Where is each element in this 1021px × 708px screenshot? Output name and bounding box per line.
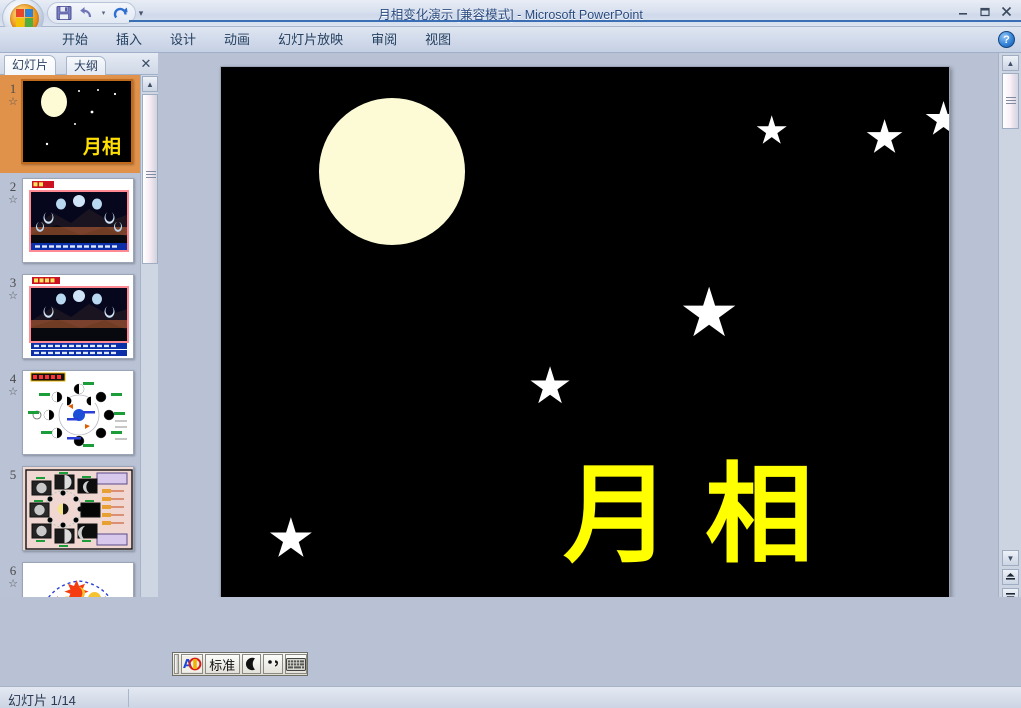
ime-mode-label: 标准	[209, 658, 236, 674]
status-accent-line	[129, 20, 1021, 22]
double-up-arrow-icon	[1006, 572, 1015, 580]
ime-language-bar[interactable]: A 标准	[172, 652, 308, 676]
status-divider	[128, 689, 129, 707]
thumbnail-number: 4	[9, 371, 17, 386]
restore-button[interactable]	[974, 2, 995, 21]
slide-title-text[interactable]: 月相	[563, 462, 847, 570]
thumbnail-slide-1[interactable]: 1 ☆ 月相	[0, 75, 140, 173]
slide-vertical-scrollbar[interactable]: ▲ ▼	[998, 53, 1021, 687]
workspace: 幻灯片 大纲 ✕ 1 ☆ 月相 2 ☆ 3 ☆ 4 ☆ 5 6 ☆ ▲ 月相 ▲…	[0, 53, 1021, 687]
star-shape[interactable]	[866, 119, 903, 153]
slide-editing-area: 月相 ◄ ►	[158, 53, 1021, 687]
animation-star-icon: ☆	[8, 578, 18, 590]
vertical-scrollbar-thumb[interactable]	[1002, 73, 1019, 129]
thumbnail-number: 6	[9, 563, 17, 578]
minimize-icon	[958, 12, 967, 15]
star-shape[interactable]	[925, 101, 949, 135]
thumbnail-slide-5[interactable]: 5	[0, 461, 140, 557]
slides-panel-scrollbar[interactable]: ▲ ▼	[140, 75, 158, 687]
tab-animations[interactable]: 动画	[210, 27, 264, 53]
thumbnail-preview	[22, 370, 134, 455]
status-bar: 幻灯片 1/14	[0, 686, 1021, 708]
thumbnail-slide-2[interactable]: 2 ☆	[0, 173, 140, 269]
close-button[interactable]	[996, 2, 1017, 21]
star-shape[interactable]	[682, 286, 736, 337]
slides-panel-tabs: 幻灯片 大纲 ✕	[0, 53, 158, 75]
previous-slide-button[interactable]	[1002, 569, 1019, 585]
thumbnail-slide-2-art	[23, 179, 133, 262]
thumbnail-number: 5	[9, 467, 17, 482]
thumbnail-slide-3[interactable]: 3 ☆	[0, 269, 140, 365]
tab-slideshow[interactable]: 幻灯片放映	[264, 27, 357, 53]
minimize-button[interactable]	[952, 2, 973, 21]
scrollbar-grip-icon	[146, 171, 156, 178]
thumbnail-slide-5-art	[23, 467, 133, 550]
thumbnail-preview: 月相	[21, 79, 133, 164]
punctuation-icon	[267, 660, 278, 667]
thumbnail-number: 2	[9, 179, 17, 194]
current-slide[interactable]: 月相	[220, 66, 950, 617]
moon-icon	[246, 657, 256, 671]
restore-icon	[979, 7, 990, 16]
scroll-up-button[interactable]: ▲	[142, 76, 158, 92]
tab-review[interactable]: 审阅	[357, 27, 411, 53]
slides-panel: 幻灯片 大纲 ✕ 1 ☆ 月相 2 ☆ 3 ☆ 4 ☆ 5 6 ☆ ▲	[0, 53, 158, 687]
animation-star-icon: ☆	[8, 96, 18, 108]
close-slides-panel-button[interactable]: ✕	[138, 56, 154, 72]
tab-view[interactable]: 视图	[411, 27, 465, 53]
thumbnail-slide-1-art: 月相	[23, 81, 131, 162]
ime-drag-handle[interactable]	[174, 654, 179, 674]
tab-design[interactable]: 设计	[156, 27, 210, 53]
tab-outline[interactable]: 大纲	[66, 56, 107, 75]
thumbnail-preview	[22, 274, 134, 359]
tab-insert[interactable]: 插入	[102, 27, 156, 53]
thumbnail-number: 3	[9, 275, 17, 290]
thumbnail-preview	[22, 466, 134, 551]
ribbon-tabs: 开始 插入 设计 动画 幻灯片放映 审阅 视图	[48, 27, 465, 53]
chinese-english-icon: A	[181, 656, 202, 672]
thumbnail-slide-4[interactable]: 4 ☆	[0, 365, 140, 461]
close-icon	[1001, 6, 1012, 17]
powerpoint-window: ▾ ▾ 月相变化演示 [兼容模式] - Microsoft PowerPoint	[0, 0, 1021, 708]
scrollbar-grip-icon	[1006, 97, 1016, 104]
keyboard-icon	[286, 657, 306, 671]
ime-keyboard-button[interactable]	[285, 654, 307, 674]
tab-home[interactable]: 开始	[48, 27, 102, 53]
ime-halfwidth-button[interactable]	[241, 654, 262, 674]
thumbnail-number: 1	[9, 81, 17, 96]
ribbon-tab-bar: 开始 插入 设计 动画 幻灯片放映 审阅 视图 ?	[0, 27, 1021, 53]
scroll-up-button[interactable]: ▲	[1002, 55, 1019, 71]
window-controls	[952, 2, 1017, 21]
ime-language-button[interactable]: A	[180, 654, 203, 674]
svg-text:月相: 月相	[82, 136, 121, 158]
tab-slides-thumbnails[interactable]: 幻灯片	[4, 55, 57, 75]
bottom-area: A 标准	[0, 597, 1021, 688]
slide-thumbnail-list: 1 ☆ 月相 2 ☆ 3 ☆ 4 ☆ 5 6 ☆	[0, 75, 140, 665]
scroll-down-button[interactable]: ▼	[1002, 550, 1019, 566]
slide-counter: 幻灯片 1/14	[8, 693, 76, 708]
animation-star-icon: ☆	[8, 290, 18, 302]
moon-shape[interactable]	[318, 97, 465, 245]
thumbnail-slide-4-art	[23, 371, 133, 454]
animation-star-icon: ☆	[8, 194, 18, 206]
title-bar: ▾ ▾ 月相变化演示 [兼容模式] - Microsoft PowerPoint	[0, 0, 1021, 38]
star-shape[interactable]	[269, 517, 312, 557]
star-shape[interactable]	[530, 366, 570, 404]
thumbnail-preview	[22, 178, 134, 263]
help-button[interactable]: ?	[998, 31, 1015, 48]
ime-punctuation-button[interactable]	[263, 654, 283, 674]
scrollbar-thumb[interactable]	[142, 94, 158, 264]
animation-star-icon: ☆	[8, 386, 18, 398]
thumbnail-slide-3-art	[23, 275, 133, 358]
star-shape[interactable]	[756, 115, 787, 144]
